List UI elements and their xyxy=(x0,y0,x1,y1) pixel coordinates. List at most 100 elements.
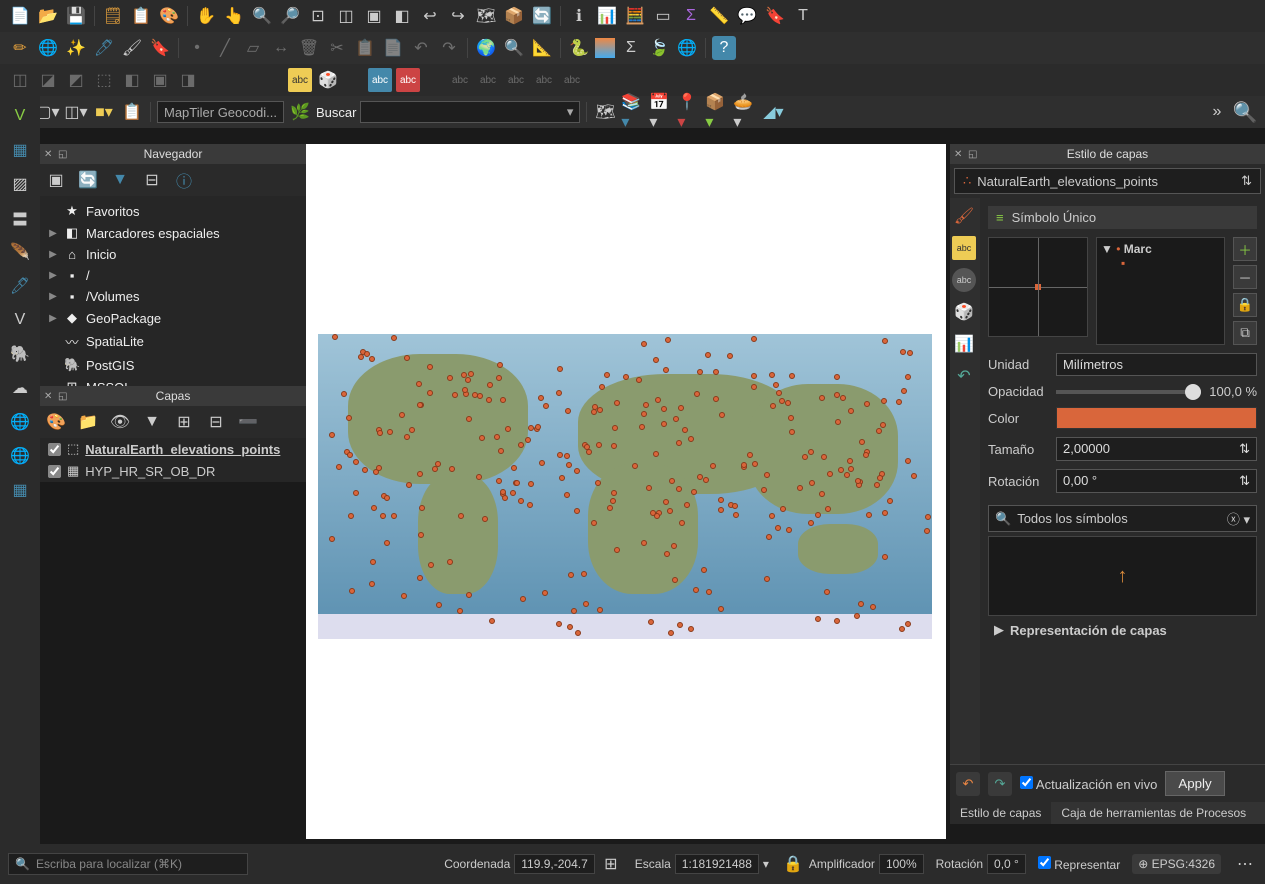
web-osm-icon[interactable]: 🌍 xyxy=(474,36,498,60)
live-update-checkbox[interactable]: Actualización en vivo xyxy=(1020,776,1157,792)
select-icon[interactable]: ▭ xyxy=(651,4,675,28)
label-tool-5-icon[interactable]: ◧ xyxy=(120,68,144,92)
style-mgr-icon[interactable]: 🎨 xyxy=(157,4,181,28)
search-input[interactable]: ▾ xyxy=(360,101,580,123)
layer-item[interactable]: ▦ HYP_HR_SR_OB_DR xyxy=(40,460,306,482)
close-icon[interactable]: ✕ xyxy=(44,149,52,160)
3d-tab-icon[interactable]: 🎲 xyxy=(952,300,976,324)
digitize-del-icon[interactable]: 🗑 xyxy=(297,36,321,60)
render-checkbox[interactable]: Representar xyxy=(1038,856,1120,872)
zoom-in-icon[interactable]: 🔍 xyxy=(250,4,274,28)
undock-icon[interactable]: ◱ xyxy=(968,149,977,160)
duplicate-symbol-layer-button[interactable]: ⧉ xyxy=(1233,321,1257,345)
ds-raster-icon[interactable]: ▦ xyxy=(6,136,34,164)
filter-legend-icon[interactable]: ▼ xyxy=(140,410,164,434)
expand-icon[interactable]: ⊞ xyxy=(172,410,196,434)
measure-icon[interactable]: 📏 xyxy=(707,4,731,28)
labels-tab-icon[interactable]: abc xyxy=(952,236,976,260)
search-map-icon[interactable]: 🔍 xyxy=(1233,100,1257,124)
color-swatch[interactable] xyxy=(1056,407,1257,429)
history-tab-icon[interactable]: ↶ xyxy=(952,364,976,388)
new-3d-icon[interactable]: 📦 xyxy=(502,4,526,28)
plugin-cal-icon[interactable]: 📅▾ xyxy=(649,100,673,124)
refresh-browser-icon[interactable]: 🔄 xyxy=(76,168,100,192)
symbol-layer-tree[interactable]: ▼ • Marc ▪ xyxy=(1096,237,1225,345)
select-all-icon[interactable]: ■▾ xyxy=(92,100,116,124)
tree-item[interactable]: ▶◧Marcadores espaciales xyxy=(40,222,306,244)
digitize-copy-icon[interactable]: 📋 xyxy=(353,36,377,60)
undock-icon[interactable]: ◱ xyxy=(58,391,67,402)
annotation-icon[interactable]: 🔖 xyxy=(763,4,787,28)
identify-icon[interactable]: ℹ xyxy=(567,4,591,28)
digitize-move-icon[interactable]: ↔ xyxy=(269,36,293,60)
tab-processing[interactable]: Caja de herramientas de Procesos xyxy=(1051,802,1256,824)
tree-item[interactable]: 〰SpatiaLite xyxy=(40,329,306,354)
tab-style[interactable]: Estilo de capas xyxy=(950,802,1051,824)
rotation-input[interactable]: 0,00 °⇅ xyxy=(1056,469,1257,493)
zoom-next-icon[interactable]: ↪ xyxy=(446,4,470,28)
lock-scale-icon[interactable]: 🔒 xyxy=(781,852,805,876)
edit-sparkle-icon[interactable]: ✨ xyxy=(64,36,88,60)
add-group-icon[interactable]: 📁 xyxy=(76,410,100,434)
crs-button[interactable]: ⊕ EPSG:4326 xyxy=(1132,854,1221,874)
undock-icon[interactable]: ◱ xyxy=(58,149,67,160)
add-layer-icon[interactable]: ▣ xyxy=(44,168,68,192)
refresh-icon[interactable]: 🔄 xyxy=(530,4,554,28)
digitize-redo-icon[interactable]: ↷ xyxy=(437,36,461,60)
digitize-paste-icon[interactable]: 📄 xyxy=(381,36,405,60)
edit-toggle-icon[interactable]: ✏ xyxy=(8,36,32,60)
zoom-native-icon[interactable]: ◧ xyxy=(390,4,414,28)
manage-visibility-icon[interactable]: 👁 xyxy=(108,410,132,434)
symbol-gallery[interactable]: ↑ xyxy=(988,536,1257,616)
plugin-leaf-icon[interactable]: 🍃 xyxy=(647,36,671,60)
plugin-layers-icon[interactable]: 📚▾ xyxy=(621,100,645,124)
plugin-3d-icon[interactable]: 📦▾ xyxy=(705,100,729,124)
map-canvas[interactable] xyxy=(306,144,946,839)
label-pin-icon[interactable]: abc xyxy=(368,68,392,92)
collapse-icon[interactable]: ⊟ xyxy=(204,410,228,434)
help-icon[interactable]: ? xyxy=(712,36,736,60)
label-d1-icon[interactable]: abc xyxy=(448,68,472,92)
plugin-sigma-icon[interactable]: Σ xyxy=(619,36,643,60)
tree-item[interactable]: 🐘PostGIS xyxy=(40,354,306,376)
digitize-poly-icon[interactable]: ▱ xyxy=(241,36,265,60)
mag-value[interactable]: 100% xyxy=(879,854,924,874)
diagrams-tab-icon[interactable]: 📊 xyxy=(952,332,976,356)
ds-tile-icon[interactable]: ▦ xyxy=(6,476,34,504)
overflow-icon[interactable]: » xyxy=(1205,100,1229,124)
web-profile-icon[interactable]: 📐 xyxy=(530,36,554,60)
label-cube-icon[interactable]: 🎲 xyxy=(316,68,340,92)
digitize-cut-icon[interactable]: ✂ xyxy=(325,36,349,60)
extents-toggle-icon[interactable]: ⊞ xyxy=(599,852,623,876)
label-tool-2-icon[interactable]: ◪ xyxy=(36,68,60,92)
symbol-search[interactable]: 🔍 Todos los símbolosⓧ ▾ xyxy=(988,505,1257,532)
plugin-globe-icon[interactable]: 🌐 xyxy=(675,36,699,60)
plugin-pin-icon[interactable]: 📍▾ xyxy=(677,100,701,124)
attributes-icon[interactable]: 📊 xyxy=(595,4,619,28)
remove-symbol-layer-button[interactable]: － xyxy=(1233,265,1257,289)
pan-selection-icon[interactable]: 👆 xyxy=(222,4,246,28)
zoom-out-icon[interactable]: 🔎 xyxy=(278,4,302,28)
layout-icon[interactable]: 🗒 xyxy=(101,4,125,28)
ds-wms-icon[interactable]: 🌐 xyxy=(6,408,34,436)
filter-icon[interactable]: ▼ xyxy=(108,168,132,192)
tree-item[interactable]: ▶⌂Inicio xyxy=(40,244,306,265)
ds-vector-icon[interactable]: V xyxy=(6,102,34,130)
edit-stamp-icon[interactable]: 🔖 xyxy=(148,36,172,60)
open-icon[interactable]: 📂 xyxy=(36,4,60,28)
zoom-selection-icon[interactable]: ◫ xyxy=(334,4,358,28)
edit-globe-icon[interactable]: 🌐 xyxy=(36,36,60,60)
copy-sel-icon[interactable]: 📋 xyxy=(120,100,144,124)
ds-cloud-icon[interactable]: ☁ xyxy=(6,374,34,402)
redo-button[interactable]: ↷ xyxy=(988,772,1012,796)
locator-input[interactable]: 🔍 Escriba para localizar (⌘K) xyxy=(8,853,248,875)
layer-item[interactable]: ⬚ NaturalEarth_elevations_points xyxy=(40,438,306,460)
save-icon[interactable]: 💾 xyxy=(64,4,88,28)
tree-item[interactable]: ★Favoritos xyxy=(40,200,306,222)
ds-db-feather-icon[interactable]: 🪶 xyxy=(6,238,34,266)
deselect-icon[interactable]: ◫▾ xyxy=(64,100,88,124)
apply-button[interactable]: Apply xyxy=(1165,771,1224,796)
ds-pen-icon[interactable]: 🖊 xyxy=(6,272,34,300)
add-symbol-layer-button[interactable]: ＋ xyxy=(1233,237,1257,261)
tips-icon[interactable]: 💬 xyxy=(735,4,759,28)
